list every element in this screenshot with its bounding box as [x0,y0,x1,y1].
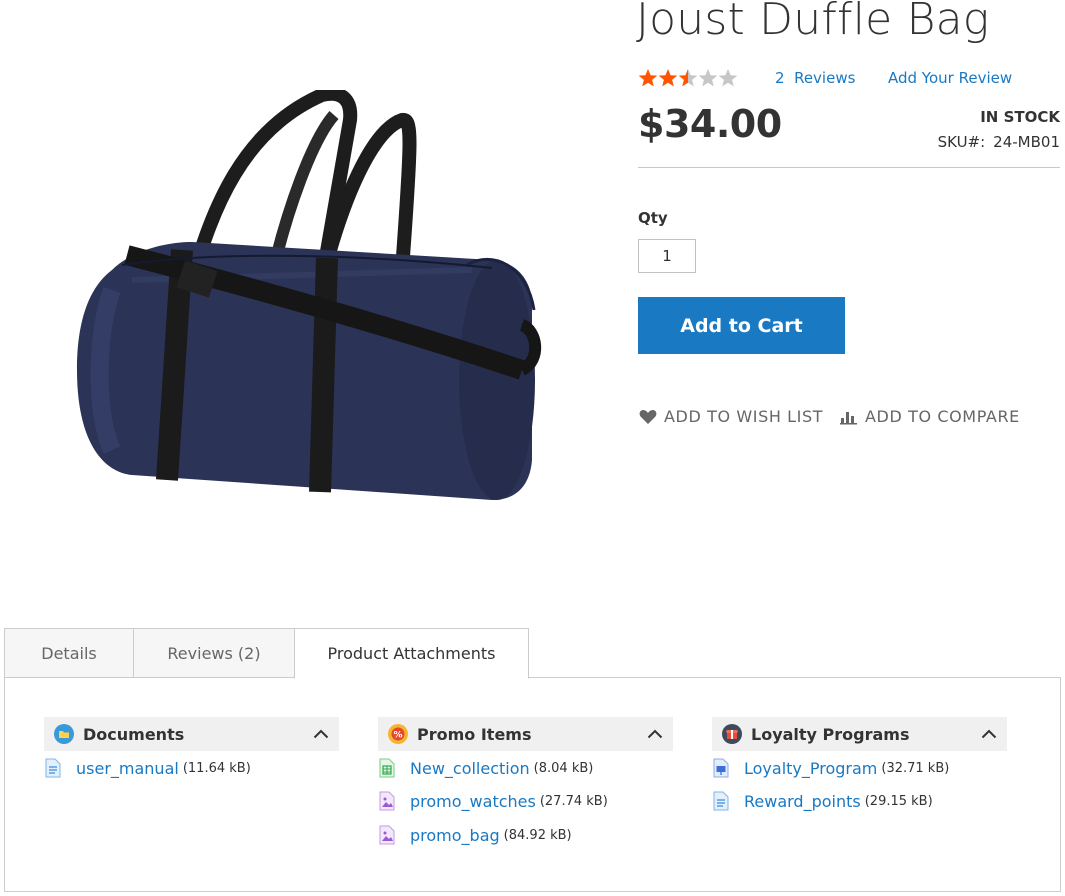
chevron-up-icon [313,729,329,739]
product-title: Joust Duffle Bag [636,0,990,45]
wishlist-label: ADD TO WISH LIST [664,407,824,426]
attachment-link[interactable]: Reward_points [744,792,861,811]
image-file-icon [379,791,395,811]
document-icon [45,758,61,778]
attachment-size: (8.04 kB) [533,760,594,776]
qty-label: Qty [638,209,668,227]
group-header-promo-items[interactable]: % Promo Items [378,717,673,751]
attachment-item: promo_bag (84.92 kB) [378,825,572,845]
add-to-compare-link[interactable]: ADD TO COMPARE [840,407,1020,426]
group-header-loyalty-programs[interactable]: Loyalty Programs [712,717,1007,751]
image-file-icon [379,825,395,845]
tab-details[interactable]: Details [4,628,134,678]
compare-label: ADD TO COMPARE [865,407,1020,426]
attachment-size: (27.74 kB) [539,793,608,809]
sku-value: 24-MB01 [993,133,1060,151]
attachment-size: (11.64 kB) [182,760,251,776]
tab-reviews[interactable]: Reviews (2) [133,628,295,678]
attachment-item: Reward_points (29.15 kB) [712,791,933,811]
attachment-item: New_collection (8.04 kB) [378,758,593,778]
attachment-item: user_manual (11.64 kB) [44,758,251,778]
sku-label: SKU#: [937,133,986,151]
attachment-size: (32.71 kB) [881,760,950,776]
chevron-up-icon [981,729,997,739]
attachment-link[interactable]: promo_bag [410,826,500,845]
divider [638,167,1060,168]
attachment-size: (84.92 kB) [503,827,572,843]
group-title: Promo Items [417,724,532,744]
compare-icon [840,411,857,424]
heart-icon [639,409,657,424]
add-review-link[interactable]: Add Your Review [888,69,1012,87]
product-price: $34.00 [638,102,782,146]
tab-panel [4,677,1061,892]
gift-icon [722,724,742,744]
svg-text:%: % [393,731,402,741]
presentation-icon [713,758,729,778]
product-image[interactable] [72,86,542,514]
add-to-wishlist-link[interactable]: ADD TO WISH LIST [639,407,823,426]
rating-stars [638,68,738,92]
chevron-up-icon [647,729,663,739]
tab-product-attachments[interactable]: Product Attachments [294,628,529,679]
group-title: Loyalty Programs [751,724,910,744]
attachment-size: (29.15 kB) [864,793,933,809]
discount-badge-icon: % [388,724,408,744]
attachment-link[interactable]: user_manual [76,759,179,778]
add-to-cart-button[interactable]: Add to Cart [638,297,845,354]
folder-icon [54,724,74,744]
attachment-item: Loyalty_Program (32.71 kB) [712,758,949,778]
group-header-documents[interactable]: Documents [44,717,339,751]
reviews-link[interactable]: 2 Reviews [775,69,855,87]
sku: SKU#: 24-MB01 [938,133,1060,151]
qty-input[interactable]: 1 [638,239,696,273]
stock-status: IN STOCK [980,108,1060,126]
attachment-link[interactable]: Loyalty_Program [744,759,877,778]
attachment-link[interactable]: promo_watches [410,792,536,811]
document-icon [713,791,729,811]
spreadsheet-icon [379,758,395,778]
attachment-link[interactable]: New_collection [410,759,530,778]
attachment-item: promo_watches (27.74 kB) [378,791,608,811]
group-title: Documents [83,724,185,744]
